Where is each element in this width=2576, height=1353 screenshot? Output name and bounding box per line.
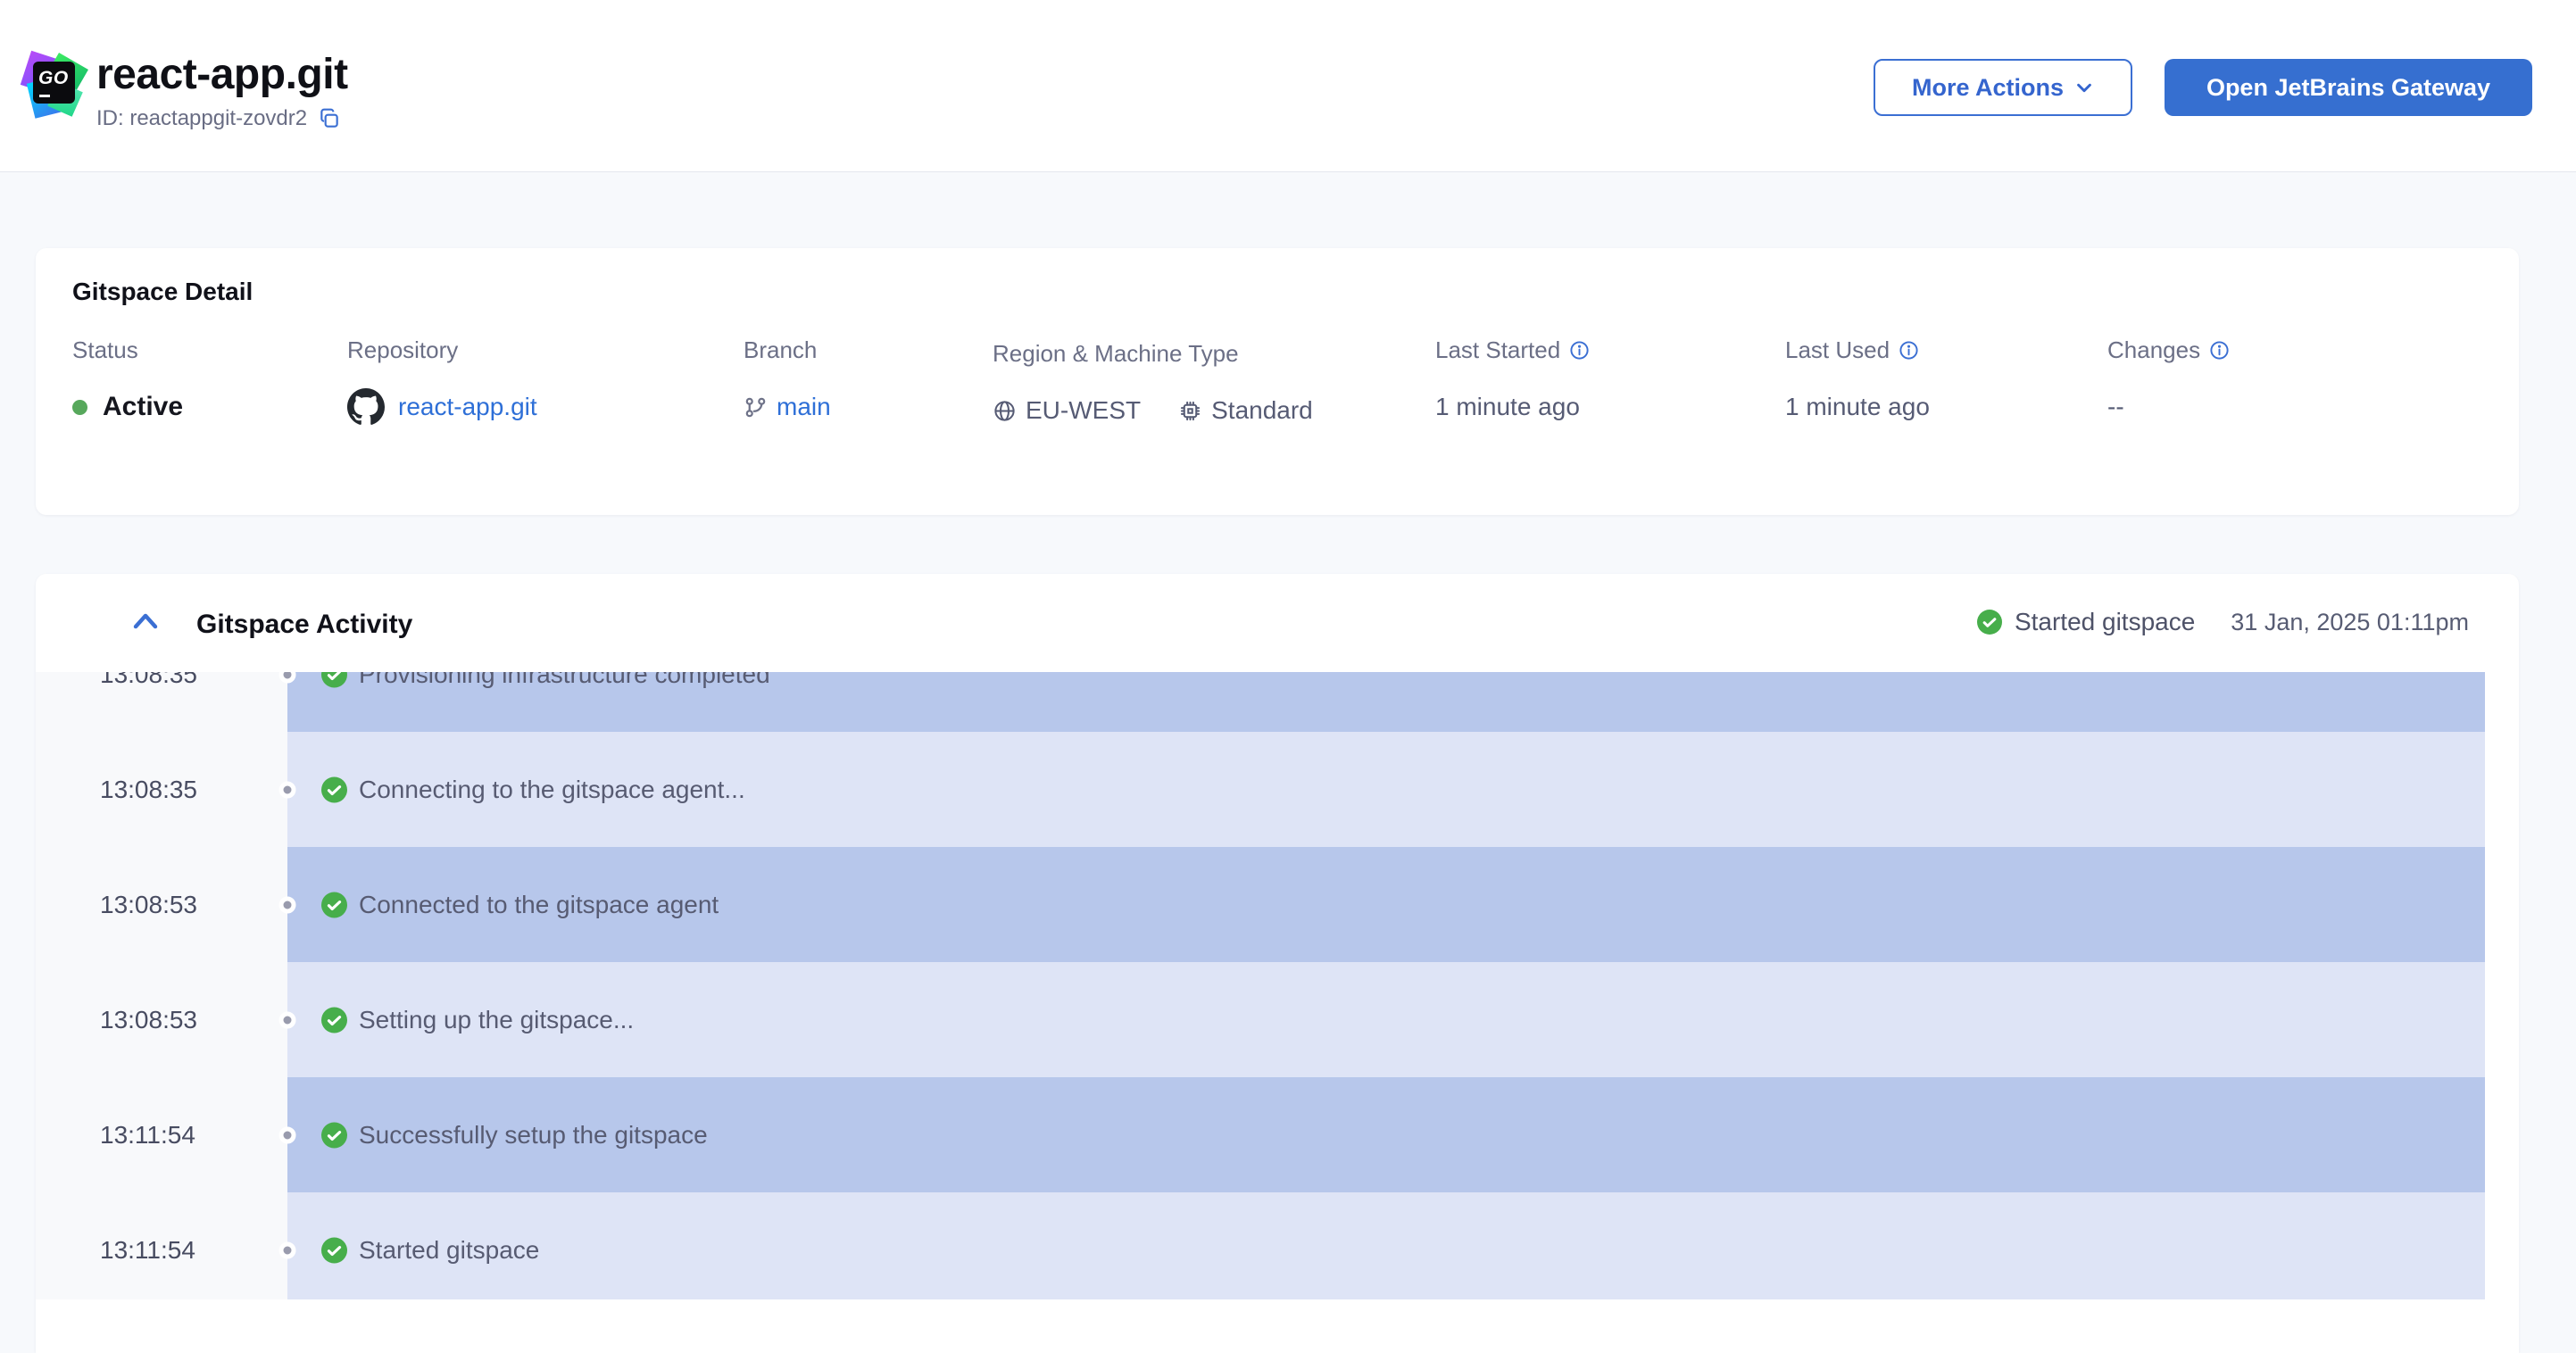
more-actions-button[interactable]: More Actions	[1874, 59, 2132, 116]
activity-header: Gitspace Activity Started gitspace 31 Ja…	[36, 574, 2519, 672]
gitspace-id: ID: reactappgit-zovdr2	[96, 106, 308, 130]
field-status: Status Active	[72, 336, 183, 427]
more-actions-label: More Actions	[1911, 73, 2064, 101]
field-repository: Repository react-app.git	[347, 336, 537, 427]
gitspace-activity-card: Gitspace Activity Started gitspace 31 Ja…	[36, 574, 2519, 1353]
log-time: 13:08:53	[100, 1005, 197, 1033]
log-time: 13:11:54	[100, 1120, 195, 1149]
log-message: Connecting to the gitspace agent...	[359, 775, 745, 803]
open-gateway-label: Open JetBrains Gateway	[2206, 73, 2491, 101]
machine-type-value: Standard	[1211, 396, 1313, 424]
log-row: 13:08:35 Connecting to the gitspace agen…	[36, 732, 2519, 847]
goland-logo-text: GO	[38, 68, 69, 88]
log-message: Setting up the gitspace...	[359, 1005, 635, 1033]
log-row: 13:08:35 Provisioning infrastructure com…	[36, 672, 2519, 732]
log-rows: 13:08:35 Provisioning infrastructure com…	[36, 672, 2519, 1299]
git-branch-icon	[745, 397, 766, 417]
activity-title: Gitspace Activity	[196, 610, 413, 639]
last-used-value: 1 minute ago	[1785, 393, 1930, 420]
log-time: 13:08:35	[100, 775, 197, 803]
last-used-label: Last Used	[1785, 336, 1890, 363]
activity-status-time: 31 Jan, 2025 01:11pm	[2231, 608, 2469, 635]
check-circle-icon	[321, 1007, 347, 1033]
status-label: Status	[72, 336, 138, 363]
region-machine-label: Region & Machine Type	[993, 339, 1239, 367]
timeline-dot	[278, 781, 296, 798]
timeline-dot	[278, 1241, 296, 1258]
info-icon[interactable]	[1569, 340, 1590, 361]
log-row: 13:11:54 Started gitspace	[36, 1192, 2519, 1299]
activity-log-viewport[interactable]: 13:08:35 Provisioning infrastructure com…	[36, 672, 2519, 1299]
page-title: react-app.git	[96, 51, 348, 98]
check-circle-icon	[1976, 610, 2002, 635]
log-message: Provisioning infrastructure completed	[359, 672, 770, 688]
chevron-down-icon	[2077, 83, 2091, 93]
repository-label: Repository	[347, 336, 459, 363]
page-header: GO react-app.git ID: reactappgit-zovdr2 …	[0, 0, 2576, 172]
info-icon[interactable]	[1899, 340, 1919, 361]
timeline-dot	[278, 896, 296, 913]
copy-icon[interactable]	[318, 107, 341, 130]
goland-ide-icon: GO	[20, 50, 88, 119]
log-row: 13:08:53 Setting up the gitspace...	[36, 962, 2519, 1077]
status-active-dot	[72, 399, 87, 415]
cpu-chip-icon	[1181, 401, 1201, 420]
check-circle-icon	[321, 892, 347, 917]
log-row: 13:08:53 Connected to the gitspace agent	[36, 847, 2519, 962]
header-identity: GO react-app.git ID: reactappgit-zovdr2	[20, 50, 348, 131]
timeline-dot	[278, 1126, 296, 1143]
activity-status-label: Started gitspace	[2014, 608, 2196, 635]
globe-icon	[994, 400, 1015, 421]
chevron-up-icon[interactable]	[132, 611, 159, 631]
branch-link[interactable]: main	[777, 393, 831, 421]
activity-latest-status: Started gitspace 31 Jan, 2025 01:11pm	[1976, 608, 2469, 636]
check-circle-icon	[321, 776, 347, 802]
log-time: 13:11:54	[100, 1235, 195, 1264]
open-jetbrains-gateway-button[interactable]: Open JetBrains Gateway	[2165, 59, 2532, 116]
branch-label: Branch	[744, 336, 818, 363]
last-started-label: Last Started	[1435, 336, 1561, 363]
field-last-started: Last Started 1 minute ago	[1435, 336, 1590, 427]
field-branch: Branch main	[744, 336, 831, 427]
gitspace-detail-card: Gitspace Detail Status Active Repository…	[36, 248, 2519, 515]
last-started-value: 1 minute ago	[1435, 393, 1580, 420]
log-message: Connected to the gitspace agent	[359, 890, 719, 918]
log-time: 13:08:35	[100, 672, 197, 688]
log-time: 13:08:53	[100, 890, 197, 918]
github-icon	[347, 388, 385, 425]
region-value: EU-WEST	[1026, 396, 1142, 424]
field-last-used: Last Used 1 minute ago	[1785, 336, 1930, 427]
info-icon[interactable]	[2209, 340, 2230, 361]
check-circle-icon	[321, 672, 347, 687]
field-changes: Changes --	[2107, 336, 2230, 427]
log-row: 13:11:54 Successfully setup the gitspace	[36, 1077, 2519, 1192]
field-region-machine: Region & Machine Type EU-WEST Standard	[993, 339, 1313, 430]
changes-value: --	[2107, 393, 2124, 420]
timeline-dot	[278, 1011, 296, 1028]
changes-label: Changes	[2107, 336, 2201, 363]
log-message: Successfully setup the gitspace	[359, 1120, 708, 1149]
detail-card-title: Gitspace Detail	[72, 278, 253, 305]
status-value: Active	[103, 392, 184, 421]
check-circle-icon	[321, 1237, 347, 1263]
repository-link[interactable]: react-app.git	[398, 393, 537, 421]
log-message: Started gitspace	[359, 1235, 540, 1264]
check-circle-icon	[321, 1122, 347, 1148]
